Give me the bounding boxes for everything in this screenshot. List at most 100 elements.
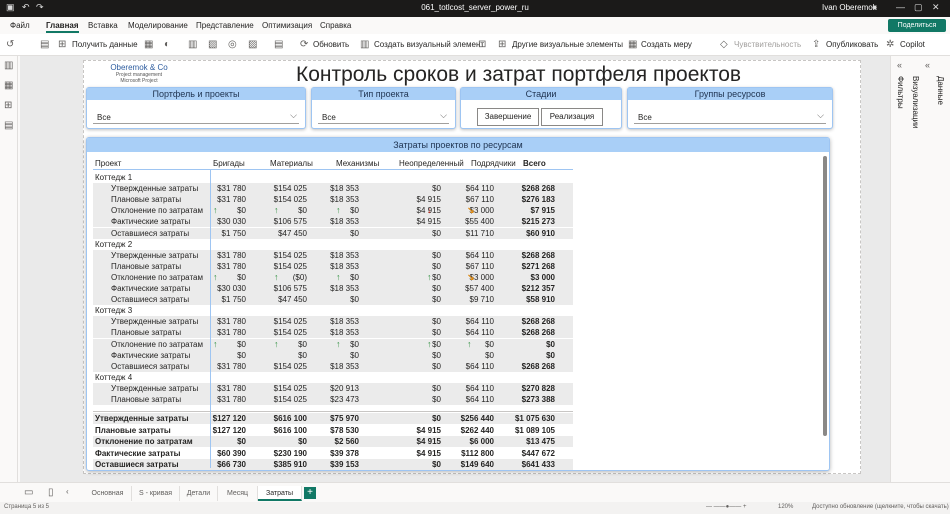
filters-pane-tab[interactable]: Фильтры [896,76,905,109]
new-visual-icon[interactable]: ▥ [360,39,369,50]
table-view-icon[interactable]: ▦ [4,80,13,91]
close-icon[interactable]: ✕ [932,2,940,13]
transform-icon[interactable]: ▤ [274,39,283,50]
chevron-down-icon[interactable]: ⌵ [290,110,297,121]
matrix-total-row[interactable]: Фактические затраты $60 390 $230 190 $39 37… [93,448,573,459]
add-page-button[interactable]: + [304,487,316,499]
tab-details[interactable]: Детали [180,486,218,501]
menu-optimize[interactable]: Оптимизация [262,21,312,30]
matrix-row[interactable]: Утвержденные затраты $31 780 $154 025 $20 9… [93,382,573,394]
matrix-row[interactable]: Оставшиеся затраты $1 750 $47 450 $0 $0 $9 71… [93,294,573,306]
tab-costs[interactable]: Затраты [258,486,302,501]
user-name[interactable]: Ivan Oberemok [822,3,877,12]
more-visuals-button[interactable]: Другие визуальные элементы [512,40,623,49]
matrix-group-row[interactable]: Коттедж 2 [93,239,573,250]
tab-s-curve[interactable]: S - кривая [132,486,180,501]
menu-modeling[interactable]: Моделирование [128,21,188,30]
matrix-group-row[interactable]: Коттедж 1 [93,172,573,183]
share-button[interactable]: Поделиться [888,19,946,32]
avatar[interactable]: ● [872,2,877,12]
new-measure-button[interactable]: Создать меру [641,40,692,49]
model-view-icon[interactable]: ⊞ [4,100,12,111]
update-notice[interactable]: Доступно обновление (щелкните, чтобы ска… [812,504,949,510]
matrix-row[interactable]: Плановые затраты $31 780 $154 025 $23 473 $0… [93,394,573,405]
get-data-button[interactable]: Получить данные [72,40,138,49]
matrix-row[interactable]: Плановые затраты $31 780 $154 025 $18 353 $4… [93,194,573,206]
visualizations-pane-tab[interactable]: Визуализации [911,76,920,129]
matrix-row[interactable]: Фактические затраты $0 $0 $0 $0 $0 $0 [93,349,573,361]
matrix-row[interactable]: Фактические затраты $30 030 $106 575 $18 35… [93,283,573,294]
slicer-resource-groups[interactable]: Группы ресурсов Все ⌵ [627,87,833,129]
matrix-row[interactable]: Утвержденные затраты $31 780 $154 025 $18 3… [93,249,573,261]
matrix-row[interactable]: Утвержденные затраты $31 780 $154 025 $18 3… [93,183,573,195]
col-header-machinery[interactable]: Механизмы [336,159,379,168]
matrix-row[interactable]: Фактические затраты $30 030 $106 575 $18 35… [93,216,573,228]
matrix-row[interactable]: Оставшиеся затраты $1 750 $47 450 $0 $0 $11 7… [93,227,573,239]
prev-tab-icon[interactable]: ‹ [66,487,69,496]
excel-icon[interactable]: ▦ [144,39,153,50]
copilot-button[interactable]: Copilot [900,40,925,49]
sql-icon[interactable]: ▥ [188,39,197,50]
copilot-icon[interactable]: ✲ [886,39,894,50]
matrix-row[interactable]: Плановые затраты $31 780 $154 025 $18 353 $0… [93,260,573,272]
desktop-layout-icon[interactable]: ▭ [24,487,33,498]
matrix-total-row[interactable]: Оставшиеся затраты $66 730 $385 910 $39 153… [93,459,573,470]
matrix-row[interactable]: Отклонение по затратам $0 $0 $0 $0 $0 $0 ↑ ↑ ↑ ↑ ↑ [93,338,573,350]
slicer-dropdown[interactable]: Все ⌵ [93,110,299,124]
matrix-group-row[interactable]: Коттедж 4 [93,372,573,383]
more-visuals-icon[interactable]: ⊞ [498,39,506,50]
collapse-filters-icon[interactable]: « [897,60,902,70]
chevron-down-icon[interactable]: ⌵ [440,110,447,121]
maximize-icon[interactable]: ▢ [914,2,923,13]
tab-month[interactable]: Месяц [218,486,258,501]
matrix-row[interactable]: Отклонение по затратам $0 ($0) $0 $0 $3 000 $3… [93,271,573,283]
stage-implementation-button[interactable]: Реализация [541,108,603,126]
report-view-icon[interactable]: ▥ [4,60,13,71]
new-visual-button[interactable]: Создать визуальный элемент [374,40,484,49]
col-header-undefined[interactable]: Неопределенный [399,159,464,168]
dax-query-icon[interactable]: ▤ [4,120,13,131]
onelake-icon[interactable]: ◐ [164,39,170,50]
matrix-group-row[interactable]: Коттедж 3 [93,305,573,316]
mobile-layout-icon[interactable]: ▯ [48,487,54,498]
enter-data-icon[interactable]: ▧ [208,39,217,50]
matrix-row[interactable]: Плановые затраты $31 780 $154 025 $18 353 $0… [93,327,573,339]
zoom-level[interactable]: 120% [778,504,793,510]
menu-file[interactable]: Файл [10,21,30,30]
recent-sources-icon[interactable]: ▨ [248,39,257,50]
refresh-icon[interactable]: ⟳ [300,39,308,50]
menu-insert[interactable]: Вставка [88,21,118,30]
dataverse-icon[interactable]: ◎ [228,39,237,50]
paste-icon[interactable]: ▤ [40,39,49,50]
col-header-total[interactable]: Всего [523,159,546,168]
matrix-row[interactable]: Отклонение по затратам $0 $0 $0 $4 915 $3 000… [93,205,573,217]
matrix-total-row[interactable]: Отклонение по затратам $0 $0 $2 560 $4 915 $6… [93,436,573,448]
slicer-project-type[interactable]: Тип проекта Все ⌵ [311,87,456,129]
matrix-row[interactable]: Утвержденные затраты $31 780 $154 025 $18 3… [93,316,573,328]
measure-icon[interactable]: ▦ [628,39,637,50]
publish-icon[interactable]: ⇪ [812,39,820,50]
slicer-portfolio[interactable]: Портфель и проекты Все ⌵ [86,87,306,129]
menu-view[interactable]: Представление [196,21,254,30]
menu-home[interactable]: Главная [46,21,79,33]
menu-help[interactable]: Справка [320,21,351,30]
textbox-icon[interactable]: ⊡ [478,39,486,50]
chevron-down-icon[interactable]: ⌵ [817,110,824,121]
col-header-materials[interactable]: Материалы [270,159,313,168]
data-pane-tab[interactable]: Данные [936,76,945,105]
publish-button[interactable]: Опубликовать [826,40,878,49]
matrix-scrollbar[interactable] [823,156,827,436]
col-header-project[interactable]: Проект [95,159,121,168]
collapse-visuals-icon[interactable]: « [925,60,930,70]
zoom-slider[interactable]: — ——●—— + [706,504,746,510]
undo-icon[interactable]: ↺ [6,39,14,50]
col-header-contractors[interactable]: Подрядчики [471,159,516,168]
matrix-row[interactable]: Оставшиеся затраты $31 780 $154 025 $18 353… [93,360,573,372]
col-header-crews[interactable]: Бригады [213,159,245,168]
tab-main[interactable]: Основная [84,486,132,501]
minimize-icon[interactable]: — [896,2,905,12]
refresh-button[interactable]: Обновить [313,40,349,49]
slicer-dropdown[interactable]: Все ⌵ [634,110,826,124]
slicer-dropdown[interactable]: Все ⌵ [318,110,449,124]
stage-completion-button[interactable]: Завершение [477,108,539,126]
